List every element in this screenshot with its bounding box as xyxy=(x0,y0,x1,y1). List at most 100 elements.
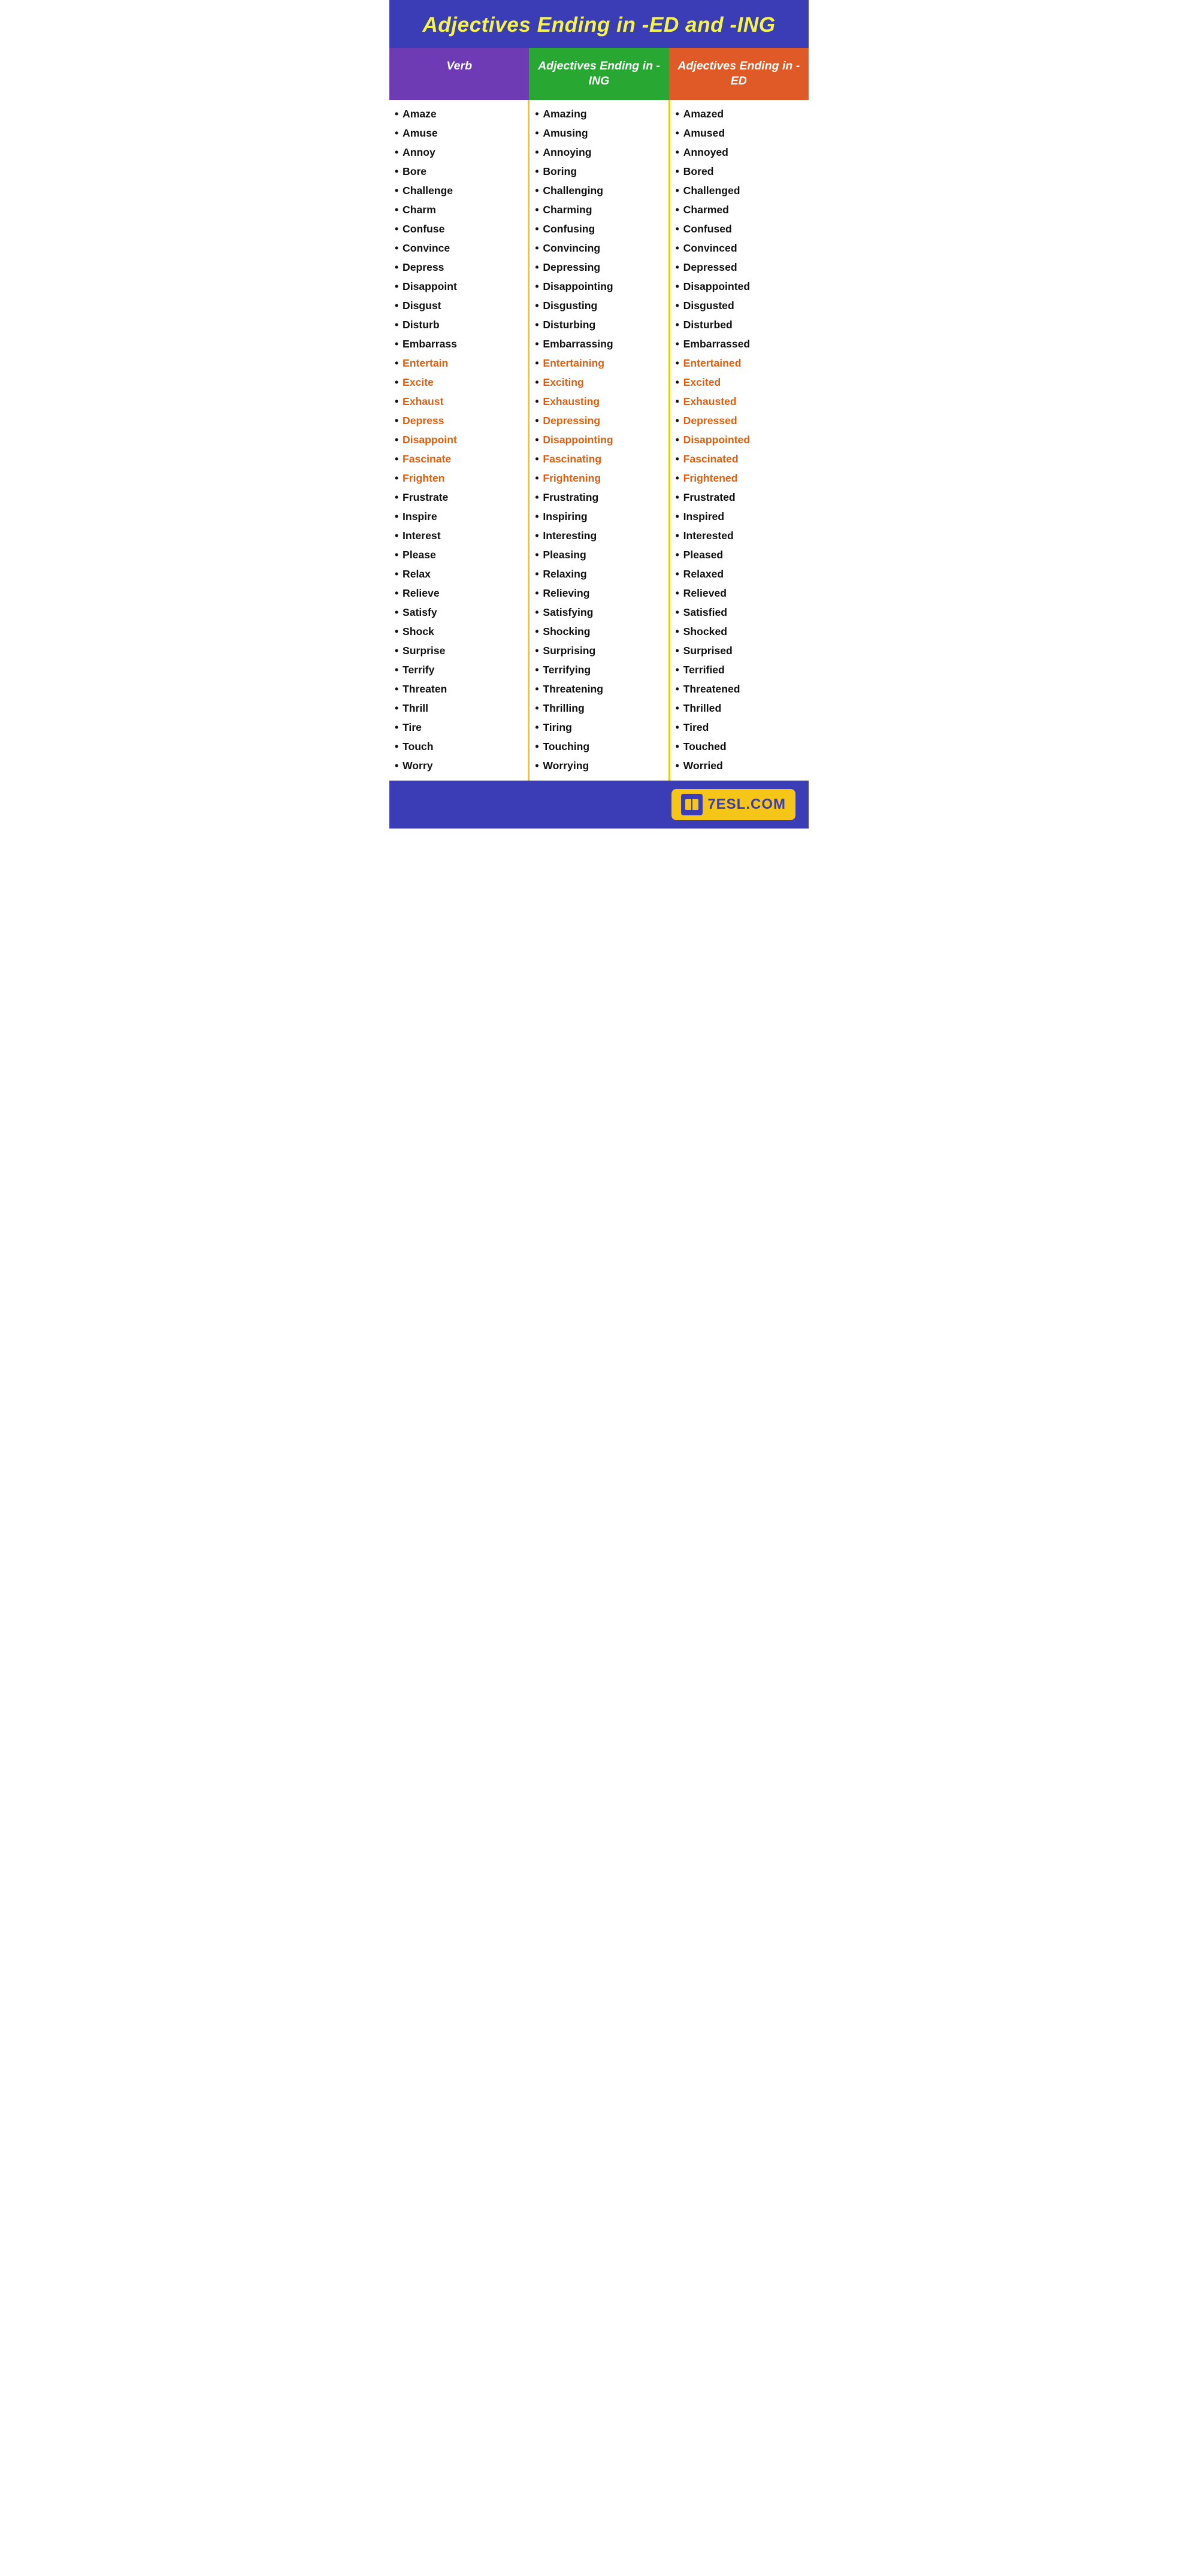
list-item: Embarrassing xyxy=(530,335,668,354)
list-item: Pleasing xyxy=(530,546,668,565)
list-item: Relaxed xyxy=(670,565,809,584)
list-item: Charming xyxy=(530,201,668,220)
list-item: Amazed xyxy=(670,105,809,124)
list-item: Touched xyxy=(670,737,809,757)
list-item: Worried xyxy=(670,757,809,776)
logo-box: 7ESL.COM xyxy=(671,789,795,820)
list-item: Disappoint xyxy=(389,277,528,297)
list-item: Fascinated xyxy=(670,450,809,469)
list-item: Convincing xyxy=(530,239,668,258)
list-item: Bored xyxy=(670,162,809,182)
list-item: Amusing xyxy=(530,124,668,143)
list-item: Depress xyxy=(389,412,528,431)
list-item: Disturbed xyxy=(670,316,809,335)
list-item: Boring xyxy=(530,162,668,182)
list-item: Challenge xyxy=(389,182,528,201)
list-item: Exhausting xyxy=(530,392,668,412)
logo-icon xyxy=(681,794,703,815)
list-item: Confusing xyxy=(530,220,668,239)
ing-column-header: Adjectives Ending in -ING xyxy=(529,48,668,100)
list-item: Entertained xyxy=(670,354,809,373)
list-item: Depress xyxy=(389,258,528,277)
list-item: Frustrated xyxy=(670,488,809,507)
list-item: Disappointed xyxy=(670,277,809,297)
list-item: Entertain xyxy=(389,354,528,373)
list-item: Depressing xyxy=(530,412,668,431)
list-item: Exhausted xyxy=(670,392,809,412)
list-item: Threatened xyxy=(670,680,809,699)
list-item: Annoyed xyxy=(670,143,809,162)
list-item: Relieved xyxy=(670,584,809,603)
list-item: Annoying xyxy=(530,143,668,162)
list-item: Charm xyxy=(389,201,528,220)
list-item: Thrilled xyxy=(670,699,809,718)
list-item: Exciting xyxy=(530,373,668,392)
list-item: Exhaust xyxy=(389,392,528,412)
list-item: Pleased xyxy=(670,546,809,565)
list-item: Touching xyxy=(530,737,668,757)
list-item: Terrified xyxy=(670,661,809,680)
list-item: Shock xyxy=(389,622,528,642)
book-icon xyxy=(684,797,700,812)
list-item: Terrifying xyxy=(530,661,668,680)
list-item: Charmed xyxy=(670,201,809,220)
list-item: Fascinate xyxy=(389,450,528,469)
list-item: Amuse xyxy=(389,124,528,143)
list-item: Confused xyxy=(670,220,809,239)
verb-column: AmazeAmuseAnnoyBoreChallengeCharmConfuse… xyxy=(389,100,530,781)
list-item: Disgust xyxy=(389,297,528,316)
verb-column-header: Verb xyxy=(389,48,529,100)
list-item: Interested xyxy=(670,527,809,546)
list-item: Inspire xyxy=(389,507,528,527)
list-item: Depressed xyxy=(670,412,809,431)
list-item: Relaxing xyxy=(530,565,668,584)
list-item: Threaten xyxy=(389,680,528,699)
list-item: Interesting xyxy=(530,527,668,546)
list-item: Depressed xyxy=(670,258,809,277)
list-item: Worry xyxy=(389,757,528,776)
list-item: Shocked xyxy=(670,622,809,642)
ing-column: AmazingAmusingAnnoyingBoringChallengingC… xyxy=(530,100,670,781)
list-item: Inspired xyxy=(670,507,809,527)
list-item: Disappointing xyxy=(530,431,668,450)
list-item: Amaze xyxy=(389,105,528,124)
list-item: Challenged xyxy=(670,182,809,201)
list-item: Surprised xyxy=(670,642,809,661)
list-item: Challenging xyxy=(530,182,668,201)
ed-column-header: Adjectives Ending in -ED xyxy=(669,48,809,100)
list-item: Surprise xyxy=(389,642,528,661)
list-item: Threatening xyxy=(530,680,668,699)
ed-column: AmazedAmusedAnnoyedBoredChallengedCharme… xyxy=(670,100,809,781)
list-item: Fascinating xyxy=(530,450,668,469)
list-item: Convinced xyxy=(670,239,809,258)
main-title: Adjectives Ending in -ED and -ING xyxy=(389,0,809,48)
list-item: Satisfying xyxy=(530,603,668,622)
list-item: Satisfy xyxy=(389,603,528,622)
list-item: Disturbing xyxy=(530,316,668,335)
list-item: Relieving xyxy=(530,584,668,603)
column-headers: Verb Adjectives Ending in -ING Adjective… xyxy=(389,48,809,100)
list-item: Tire xyxy=(389,718,528,737)
list-item: Terrify xyxy=(389,661,528,680)
logo-text: 7ESL.COM xyxy=(707,796,786,813)
list-item: Shocking xyxy=(530,622,668,642)
list-item: Tiring xyxy=(530,718,668,737)
list-item: Depressing xyxy=(530,258,668,277)
list-item: Please xyxy=(389,546,528,565)
list-item: Entertaining xyxy=(530,354,668,373)
list-item: Excited xyxy=(670,373,809,392)
list-item: Relieve xyxy=(389,584,528,603)
list-item: Thrill xyxy=(389,699,528,718)
list-item: Disgusting xyxy=(530,297,668,316)
list-item: Confuse xyxy=(389,220,528,239)
list-item: Disappointed xyxy=(670,431,809,450)
footer: 7ESL.COM xyxy=(389,781,809,829)
list-item: Tired xyxy=(670,718,809,737)
list-item: Amused xyxy=(670,124,809,143)
list-item: Worrying xyxy=(530,757,668,776)
list-item: Thrilling xyxy=(530,699,668,718)
list-item: Disappoint xyxy=(389,431,528,450)
list-item: Embarrassed xyxy=(670,335,809,354)
list-item: Disgusted xyxy=(670,297,809,316)
list-item: Surprising xyxy=(530,642,668,661)
